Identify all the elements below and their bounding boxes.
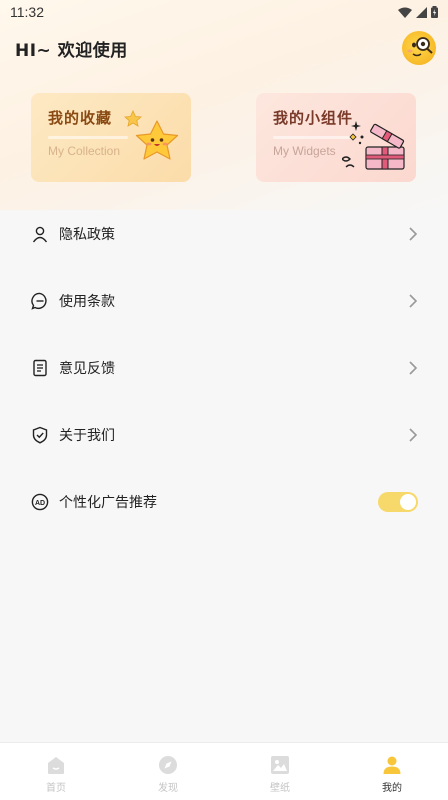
tab-home[interactable]: 首页 <box>0 743 112 800</box>
menu-item-label: 意见反馈 <box>59 360 115 377</box>
menu-item-about-us[interactable]: 关于我们 <box>0 401 448 468</box>
chevron-right-icon <box>409 427 418 442</box>
image-icon <box>271 755 289 774</box>
tab-label: 发现 <box>158 782 178 794</box>
status-icons <box>398 6 438 18</box>
document-icon <box>31 359 49 377</box>
my-collection-card[interactable]: 我的收藏 My Collection <box>31 93 191 182</box>
person-icon <box>31 225 49 243</box>
page-title: HI~ 欢迎使用 <box>15 40 128 61</box>
tab-label: 我的 <box>382 782 402 794</box>
user-icon <box>383 756 401 774</box>
settings-menu: 隐私政策 使用条款 意见反馈 关于我们 AD 个性化广告推荐 <box>0 200 448 535</box>
menu-item-label: 隐私政策 <box>59 226 115 243</box>
personalized-ads-toggle[interactable] <box>378 491 418 512</box>
menu-item-privacy-policy[interactable]: 隐私政策 <box>0 200 448 267</box>
chevron-right-icon <box>409 293 418 308</box>
chevron-right-icon <box>409 360 418 375</box>
status-time: 11:32 <box>10 4 44 20</box>
menu-item-personalized-ads: AD 个性化广告推荐 <box>0 468 448 535</box>
tab-wallpaper[interactable]: 壁纸 <box>224 743 336 800</box>
gift-box-icon <box>342 121 405 170</box>
star-mascot-icon <box>124 110 179 160</box>
menu-item-terms-of-use[interactable]: 使用条款 <box>0 267 448 334</box>
tab-label: 壁纸 <box>270 782 290 794</box>
wifi-icon <box>398 7 412 18</box>
menu-item-label: 关于我们 <box>59 427 115 444</box>
svg-text:AD: AD <box>35 499 45 506</box>
compass-icon <box>159 755 177 774</box>
menu-item-feedback[interactable]: 意见反馈 <box>0 334 448 401</box>
status-bar: 11:32 <box>0 0 448 24</box>
bottom-tab-bar: 首页 发现 壁纸 我的 <box>0 742 448 800</box>
divider <box>48 136 128 139</box>
home-icon <box>48 756 64 774</box>
my-widgets-card[interactable]: 我的小组件 My Widgets <box>256 93 416 182</box>
tab-label: 首页 <box>46 782 66 794</box>
header: HI~ 欢迎使用 <box>0 28 448 68</box>
tab-discover[interactable]: 发现 <box>112 743 224 800</box>
menu-item-label: 使用条款 <box>59 293 115 310</box>
toggle-knob <box>400 493 416 510</box>
battery-icon <box>431 6 438 18</box>
feature-cards: 我的收藏 My Collection 我的小组件 My Widgets <box>0 93 448 183</box>
chat-icon <box>31 292 49 310</box>
divider <box>273 136 353 139</box>
menu-item-label: 个性化广告推荐 <box>59 494 157 511</box>
chevron-right-icon <box>409 226 418 241</box>
tab-mine[interactable]: 我的 <box>336 743 448 800</box>
avatar[interactable] <box>402 31 436 65</box>
ad-icon: AD <box>31 493 49 511</box>
avatar-face-icon <box>407 37 433 57</box>
shield-icon <box>31 426 49 444</box>
signal-icon <box>416 6 427 18</box>
